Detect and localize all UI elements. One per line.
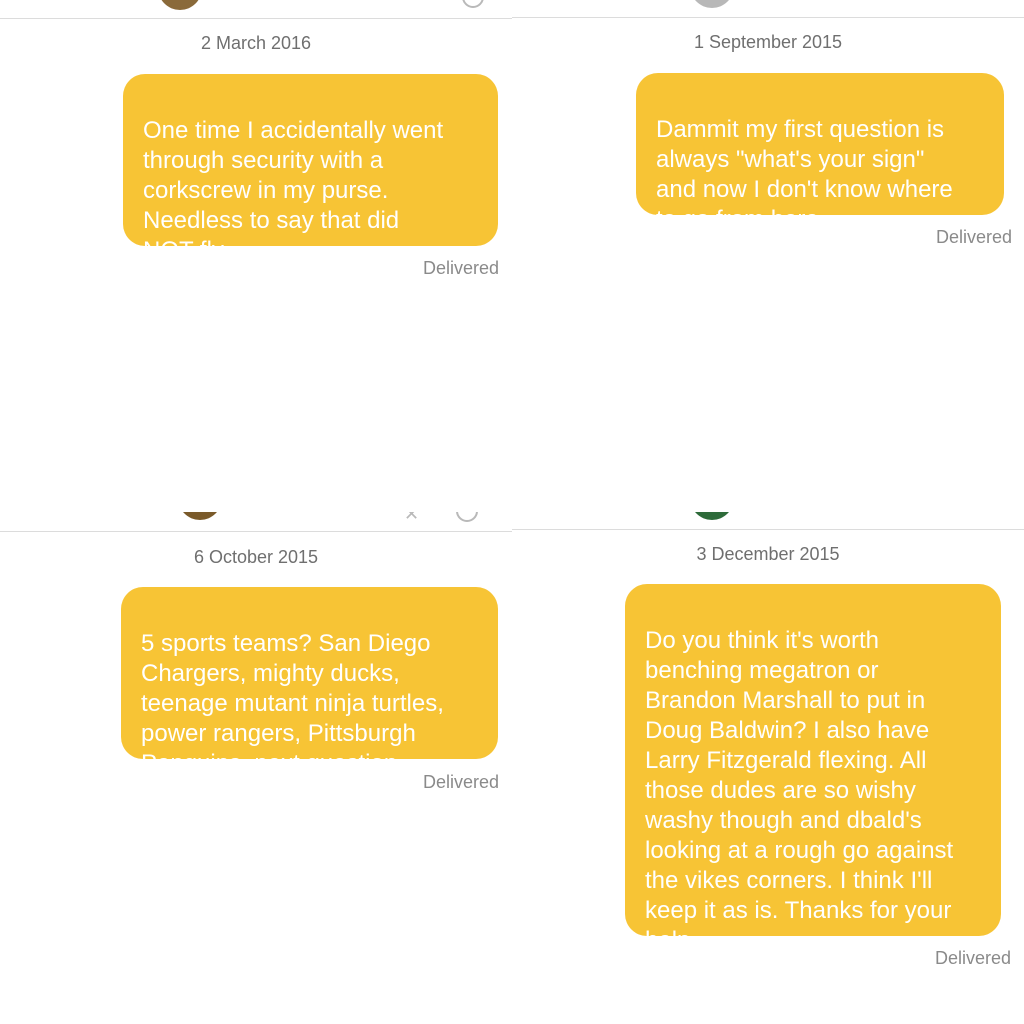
message-bubble[interactable]: One time I accidentally went through sec… [123, 74, 498, 264]
conversation-panel-1: 2 March 2016 One time I accidentally wen… [0, 0, 512, 512]
message-text: Dammit my first question is always "what… [656, 116, 953, 233]
message-text: One time I accidentally went through sec… [143, 117, 444, 264]
conversation-panel-2: 1 September 2015 Dammit my first questio… [512, 0, 1024, 512]
header-strip [512, 512, 1024, 530]
avatar-icon[interactable] [690, 0, 734, 8]
conversation-panel-3: ✕ 6 October 2015 5 sports teams? San Die… [0, 512, 512, 1024]
bubble-tail-icon [984, 189, 1012, 215]
delivery-status: Delivered [422, 772, 499, 792]
bubble-tail-icon [981, 910, 1009, 936]
message-date: 2 March 2016 [200, 33, 312, 53]
header-strip [0, 0, 512, 19]
delivery-status: Delivered [422, 258, 499, 278]
message-bubble[interactable]: 5 sports teams? San Diego Chargers, migh… [121, 587, 498, 777]
avatar-icon[interactable] [158, 0, 202, 10]
message-bubble[interactable]: Dammit my first question is always "what… [636, 73, 1004, 233]
delivery-status: Delivered [935, 227, 1012, 247]
info-icon[interactable] [456, 512, 478, 522]
info-icon[interactable] [462, 0, 484, 8]
bubble-tail-icon [478, 220, 506, 246]
delivery-status: Delivered [934, 948, 1011, 968]
message-date: 1 September 2015 [693, 32, 843, 52]
header-strip: ✕ [0, 512, 512, 532]
star-icon[interactable]: ✕ [404, 512, 419, 525]
message-text: Do you think it's worth benching megatro… [645, 627, 954, 954]
message-bubble[interactable]: Do you think it's worth benching megatro… [625, 584, 1001, 954]
bubble-tail-icon [478, 733, 506, 759]
conversation-panel-4: 3 December 2015 Do you think it's worth … [512, 512, 1024, 1024]
message-date: 3 December 2015 [696, 544, 840, 564]
message-date: 6 October 2015 [193, 547, 319, 567]
header-strip [512, 0, 1024, 18]
message-text: 5 sports teams? San Diego Chargers, migh… [141, 630, 444, 777]
avatar-icon[interactable] [178, 512, 222, 520]
avatar-icon[interactable] [690, 512, 734, 520]
